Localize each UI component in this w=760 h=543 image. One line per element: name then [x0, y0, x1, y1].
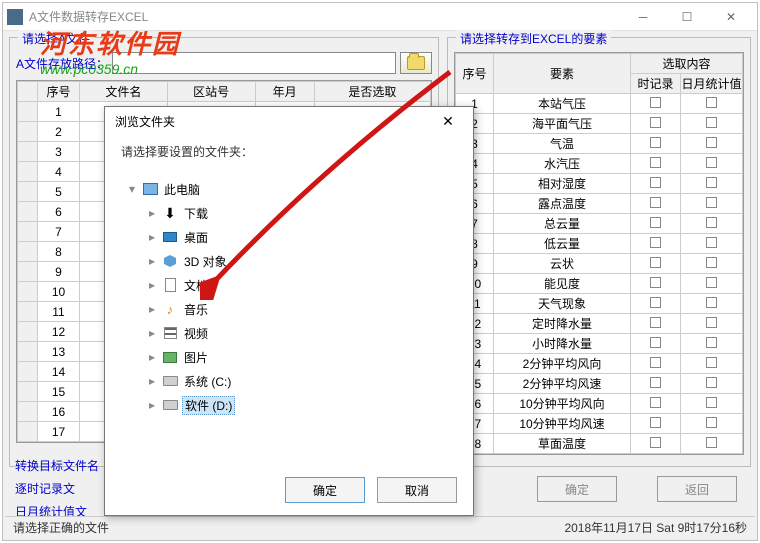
dialog-title: 浏览文件夹: [115, 113, 433, 130]
tree-node[interactable]: ▸系统 (C:): [122, 369, 456, 393]
dl-icon: ⬇: [162, 205, 178, 221]
app-icon: [7, 9, 23, 25]
3d-icon: [162, 253, 178, 269]
tree-label: 软件 (D:): [182, 396, 235, 415]
link-target-filename[interactable]: 转换目标文件名: [15, 457, 99, 474]
tree-node[interactable]: ▸视频: [122, 321, 456, 345]
dialog-message: 请选择要设置的文件夹：: [105, 135, 473, 172]
tree-node[interactable]: ▸图片: [122, 345, 456, 369]
tree-node[interactable]: ▸3D 对象: [122, 249, 456, 273]
tree-node[interactable]: ▸软件 (D:): [122, 393, 456, 417]
pc-icon: [142, 181, 158, 197]
ok-button[interactable]: 确定: [537, 476, 617, 502]
tree-label: 下载: [182, 205, 210, 222]
close-button[interactable]: ✕: [709, 5, 753, 29]
status-bar: 请选择正确的文件 2018年11月17日 Sat 9时17分16秒: [5, 516, 755, 538]
drive-icon: [162, 373, 178, 389]
folder-tree[interactable]: ▾此电脑▸⬇下载▸桌面▸3D 对象▸文档▸♪音乐▸视频▸图片▸系统 (C:)▸软…: [121, 176, 457, 446]
path-label: A文件存放路径：: [16, 55, 108, 72]
dialog-close-button[interactable]: ✕: [433, 109, 463, 133]
video-icon: [162, 325, 178, 341]
dialog-ok-button[interactable]: 确定: [285, 477, 365, 503]
tree-label: 3D 对象: [182, 253, 229, 270]
side-links: 转换目标文件名 逐时记录文 日月统计值文: [15, 457, 99, 520]
element-grid[interactable]: 序号要素选取内容时记录日月统计值1本站气压2海平面气压3气温4水汽压5相对湿度6…: [454, 52, 744, 455]
desk-icon: [162, 229, 178, 245]
path-input[interactable]: [112, 52, 396, 74]
right-group-label: 请选择转存到EXCEL的要素: [456, 30, 611, 47]
tree-label: 此电脑: [162, 181, 202, 198]
tree-label: 图片: [182, 349, 210, 366]
titlebar: A文件数据转存EXCEL ─ ☐ ✕: [3, 3, 757, 31]
tree-node[interactable]: ▾此电脑: [122, 177, 456, 201]
tree-label: 桌面: [182, 229, 210, 246]
minimize-button[interactable]: ─: [621, 5, 665, 29]
window-title: A文件数据转存EXCEL: [29, 8, 621, 25]
music-icon: ♪: [162, 301, 178, 317]
tree-node[interactable]: ▸桌面: [122, 225, 456, 249]
tree-label: 视频: [182, 325, 210, 342]
tree-label: 系统 (C:): [182, 373, 233, 390]
doc-icon: [162, 277, 178, 293]
browse-folder-dialog: 浏览文件夹 ✕ 请选择要设置的文件夹： ▾此电脑▸⬇下载▸桌面▸3D 对象▸文档…: [104, 106, 474, 516]
status-right: 2018年11月17日 Sat 9时17分16秒: [564, 519, 747, 536]
pic-icon: [162, 349, 178, 365]
tree-label: 音乐: [182, 301, 210, 318]
tree-node[interactable]: ▸文档: [122, 273, 456, 297]
folder-icon: [407, 56, 425, 70]
maximize-button[interactable]: ☐: [665, 5, 709, 29]
right-groupbox: 请选择转存到EXCEL的要素 序号要素选取内容时记录日月统计值1本站气压2海平面…: [447, 37, 751, 467]
dialog-cancel-button[interactable]: 取消: [377, 477, 457, 503]
tree-node[interactable]: ▸♪音乐: [122, 297, 456, 321]
link-hourly[interactable]: 逐时记录文: [15, 480, 99, 497]
status-left: 请选择正确的文件: [13, 519, 564, 536]
drive-icon: [162, 397, 178, 413]
tree-label: 文档: [182, 277, 210, 294]
tree-node[interactable]: ▸⬇下载: [122, 201, 456, 225]
left-group-label: 请选择A文件: [18, 30, 94, 47]
back-button[interactable]: 返回: [657, 476, 737, 502]
browse-button[interactable]: [400, 52, 432, 74]
